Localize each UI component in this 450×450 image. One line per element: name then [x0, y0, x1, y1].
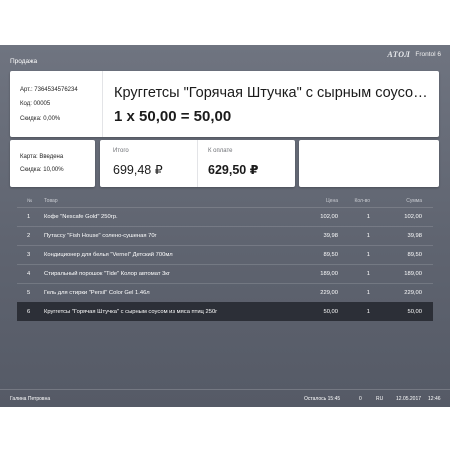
col-qty-header: Кол-во: [354, 198, 370, 204]
item-name: Круггетсы "Горячая Штучка" с сырным соус…: [114, 85, 432, 101]
atol-logo: АТОЛ: [387, 50, 411, 59]
row-qty: 1: [366, 271, 370, 277]
clock: 12:46: [428, 396, 441, 402]
row-number: 3: [27, 252, 31, 258]
language-indicator: RU: [376, 396, 384, 402]
pay-value: 629,50 ₽: [208, 163, 259, 177]
row-price: 50,00: [323, 309, 338, 315]
row-price: 102,00: [320, 214, 338, 220]
current-item-card: Арт.: 7364534576234 Код: 00005 Скидка: 0…: [10, 71, 439, 137]
table-row-selected[interactable]: 6 Круггетсы "Горячая Штучка" с сырным со…: [17, 302, 433, 321]
table-row[interactable]: 5 Гель для стирки "Persil" Color Gel 1.4…: [17, 283, 433, 302]
totals-panel: Итого 699,48 ₽ К оплате 629,50 ₽: [100, 140, 295, 187]
item-discount: Скидка: 0,00%: [20, 116, 61, 122]
row-number: 4: [27, 271, 31, 277]
divider: [102, 71, 103, 137]
row-number: 5: [27, 290, 31, 296]
total-value: 699,48 ₽: [113, 163, 163, 177]
table-row[interactable]: 4 Стиральный порошок "Tide" Колор автома…: [17, 264, 433, 283]
header: Продажа АТОЛ Frontol 6: [0, 45, 450, 67]
table-row[interactable]: 1 Кофе "Nescafe Gold" 250гр. 102,00 1 10…: [17, 207, 433, 226]
cashier-name: Галина Петровна: [10, 396, 51, 402]
info-panel: [299, 140, 439, 187]
row-sum: 229,00: [404, 290, 422, 296]
total-label: Итого: [113, 148, 129, 154]
table-row[interactable]: 2 Путассу "Fish House" солено-сушеная 70…: [17, 226, 433, 245]
pos-screen: Продажа АТОЛ Frontol 6 Арт.: 73645345762…: [0, 45, 450, 407]
col-product-header: Товар: [44, 198, 58, 204]
row-price: 89,50: [323, 252, 338, 258]
col-sum-header: Сумма: [406, 198, 422, 204]
item-calculation: 1 x 50,00 = 50,00: [114, 108, 232, 125]
col-price-header: Цена: [325, 198, 338, 204]
row-number: 6: [27, 309, 31, 315]
row-price: 39,98: [323, 233, 338, 239]
mode-label: Продажа: [10, 58, 38, 65]
product-name: Frontol 6: [415, 51, 441, 58]
card-discount: Скидка: 10,00%: [20, 167, 64, 173]
loyalty-card-panel: Карта: Введена Скидка: 10,00%: [10, 140, 95, 187]
status-bar: Галина Петровна Осталось 15:45 0 RU 12.0…: [0, 389, 450, 407]
table-row[interactable]: 3 Кондиционер для белья "Vernel" Детский…: [17, 245, 433, 264]
row-qty: 1: [366, 252, 370, 258]
brand: АТОЛ Frontol 6: [387, 50, 441, 59]
remaining-time: Осталось 15:45: [304, 396, 341, 402]
row-product: Кофе "Nescafe Gold" 250гр.: [44, 214, 118, 220]
row-qty: 1: [366, 309, 370, 315]
row-product: Путассу "Fish House" солено-сушеная 70г: [44, 233, 157, 239]
row-number: 1: [27, 214, 31, 220]
counter: 0: [359, 396, 362, 402]
card-state: Карта: Введена: [20, 154, 64, 160]
row-number: 2: [27, 233, 31, 239]
row-product: Гель для стирки "Persil" Color Gel 1.46л: [44, 290, 150, 296]
table-header: № Товар Цена Кол-во Сумма: [17, 195, 433, 207]
receipt-table: № Товар Цена Кол-во Сумма 1 Кофе "Nescaf…: [17, 195, 433, 321]
row-price: 229,00: [320, 290, 338, 296]
row-qty: 1: [366, 290, 370, 296]
row-product: Кондиционер для белья "Vernel" Детский 7…: [44, 252, 173, 258]
item-code: Код: 00005: [20, 101, 51, 107]
row-qty: 1: [366, 233, 370, 239]
row-product: Круггетсы "Горячая Штучка" с сырным соус…: [44, 309, 218, 315]
row-sum: 102,00: [404, 214, 422, 220]
row-qty: 1: [366, 214, 370, 220]
row-sum: 50,00: [407, 309, 422, 315]
divider: [197, 140, 198, 187]
col-number-header: №: [27, 198, 33, 204]
row-sum: 89,50: [407, 252, 422, 258]
pay-label: К оплате: [208, 148, 233, 154]
row-price: 189,00: [320, 271, 338, 277]
row-product: Стиральный порошок "Tide" Колор автомат …: [44, 271, 170, 277]
item-article: Арт.: 7364534576234: [20, 87, 78, 93]
row-sum: 189,00: [404, 271, 422, 277]
row-sum: 39,98: [407, 233, 422, 239]
date: 12.05.2017: [396, 396, 422, 402]
